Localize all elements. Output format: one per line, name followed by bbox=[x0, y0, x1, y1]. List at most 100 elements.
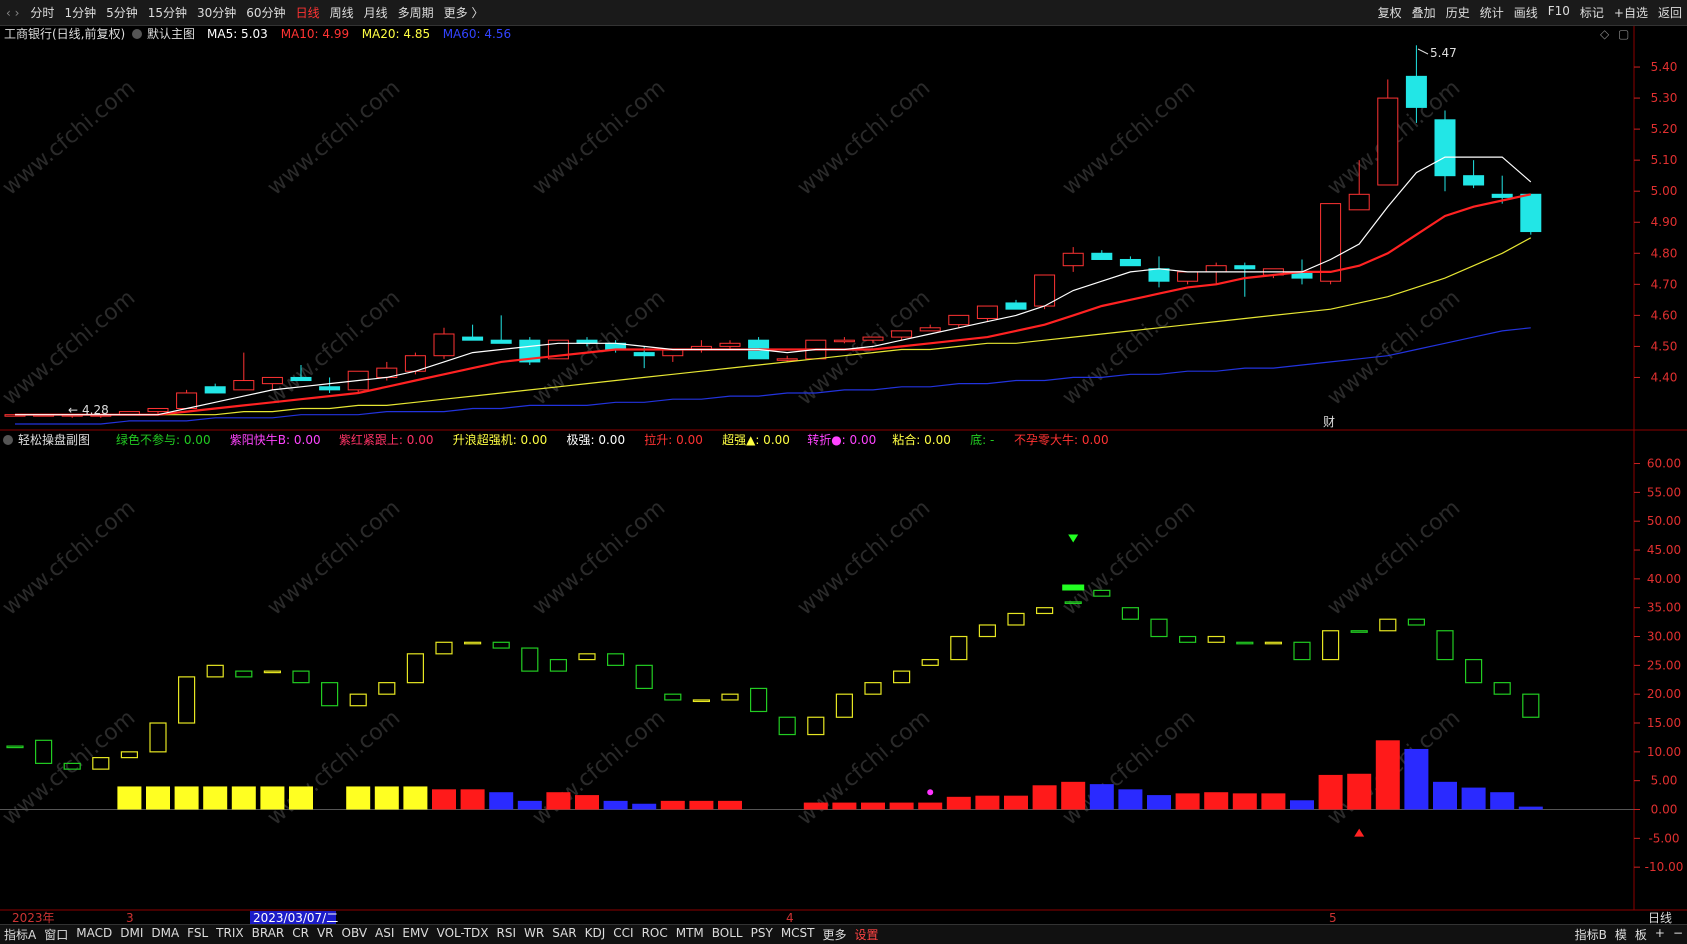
indicator-tab[interactable]: BRAR bbox=[248, 926, 289, 943]
indicator-tab[interactable]: EMV bbox=[398, 926, 432, 943]
indicator-tab[interactable]: 更多 bbox=[819, 926, 851, 943]
indicator-tab[interactable]: ASI bbox=[371, 926, 398, 943]
date-label-year: 2023年 bbox=[12, 911, 55, 924]
value-tick-label: 45.00 bbox=[1647, 543, 1681, 557]
period-tab[interactable]: 1分钟 bbox=[59, 4, 101, 21]
indicator-boxes bbox=[6, 589, 1540, 770]
candle-body bbox=[147, 407, 169, 413]
indicator-tab[interactable]: SAR bbox=[548, 926, 580, 943]
indicator-tab[interactable]: MTM bbox=[672, 926, 708, 943]
tool-button[interactable]: 标记 bbox=[1575, 4, 1609, 21]
watermark-text: www.cfchi.com bbox=[0, 285, 140, 410]
indicator-box bbox=[464, 641, 482, 645]
indicator-tab[interactable]: 模 bbox=[1611, 926, 1631, 943]
indicator-tab[interactable]: MACD bbox=[72, 926, 116, 943]
value-tick-label: 0.00 bbox=[1651, 803, 1678, 817]
indicator-tab[interactable]: DMA bbox=[147, 926, 183, 943]
high-label: 5.47 bbox=[1430, 46, 1457, 60]
histogram-bar bbox=[1147, 795, 1171, 810]
signal-label: 升浪超强机: 0.00 bbox=[453, 432, 548, 447]
ma-label: MA10: 4.99 bbox=[281, 27, 349, 41]
histogram-bar bbox=[374, 786, 399, 810]
period-tab[interactable]: 月线 bbox=[359, 4, 393, 21]
signal-legend: 绿色不参与: 0.00 紫阳快牛B: 0.00 紫红紧跟上: 0.00 升浪超强机: … bbox=[116, 432, 1109, 447]
tool-button[interactable]: 叠加 bbox=[1407, 4, 1441, 21]
indicator-tab[interactable]: VOL-TDX bbox=[433, 926, 493, 943]
histogram-bar bbox=[889, 802, 914, 810]
indicator-tab[interactable]: 指标A bbox=[0, 926, 40, 943]
indicator-tab[interactable]: 板 bbox=[1631, 926, 1651, 943]
candle-body bbox=[176, 392, 198, 409]
indicator-tab[interactable]: MCST bbox=[777, 926, 819, 943]
indicator-tab[interactable]: RSI bbox=[493, 926, 521, 943]
candle-body bbox=[1005, 302, 1027, 310]
candle-body bbox=[462, 336, 484, 341]
indicator-tab[interactable]: PSY bbox=[747, 926, 777, 943]
settings-icon[interactable] bbox=[132, 29, 142, 39]
finance-marker[interactable]: 财 bbox=[1323, 415, 1335, 429]
tool-button[interactable]: 统计 bbox=[1475, 4, 1509, 21]
indicator-tab[interactable]: CR bbox=[288, 926, 313, 943]
histogram-bar bbox=[117, 786, 142, 810]
indicator-box bbox=[6, 745, 24, 749]
indicator-box bbox=[578, 653, 596, 661]
indicator-tab[interactable]: CCI bbox=[609, 926, 637, 943]
indicator-tab[interactable]: KDJ bbox=[581, 926, 610, 943]
candle-body bbox=[719, 342, 741, 347]
tool-button[interactable]: 历史 bbox=[1441, 4, 1475, 21]
histogram-bar bbox=[1232, 793, 1257, 810]
indicator-box bbox=[349, 693, 367, 707]
indicator-tab[interactable]: 窗口 bbox=[40, 926, 72, 943]
signal-label: 绿色不参与: 0.00 bbox=[116, 432, 211, 447]
indicator-box bbox=[178, 676, 196, 724]
tool-button[interactable]: 复权 bbox=[1373, 4, 1407, 21]
tool-button[interactable]: 返回 bbox=[1653, 4, 1687, 21]
indicator-tab[interactable]: ROC bbox=[638, 926, 672, 943]
nav-arrows-icon[interactable]: ‹ › bbox=[0, 6, 25, 20]
period-tab[interactable]: 30分钟 bbox=[192, 4, 241, 21]
histogram-bar bbox=[1261, 793, 1286, 810]
period-tab[interactable]: 更多 〉 bbox=[439, 4, 489, 21]
indicator-tab[interactable]: DMI bbox=[116, 926, 147, 943]
period-tab[interactable]: 分时 bbox=[25, 4, 59, 21]
indicator-box bbox=[1236, 641, 1254, 645]
period-tab[interactable]: 日线 bbox=[291, 4, 325, 21]
indicator-box bbox=[378, 682, 396, 695]
indicator-tab[interactable]: BOLL bbox=[708, 926, 747, 943]
indicator-tab[interactable]: WR bbox=[520, 926, 548, 943]
indicator-tab[interactable]: VR bbox=[313, 926, 338, 943]
value-tick-label: 20.00 bbox=[1647, 687, 1681, 701]
tool-button[interactable]: F10 bbox=[1543, 4, 1575, 21]
indicator-box bbox=[263, 670, 281, 674]
watermark-text: www.cfchi.com bbox=[528, 495, 670, 620]
sub-settings-icon[interactable] bbox=[3, 435, 13, 445]
candle-body bbox=[1119, 258, 1141, 267]
period-tab[interactable]: 多周期 bbox=[393, 4, 439, 21]
histogram-bar bbox=[146, 786, 170, 810]
indicator-tab[interactable]: FSL bbox=[183, 926, 212, 943]
tool-button[interactable]: +自选 bbox=[1609, 4, 1653, 21]
histogram-bar bbox=[546, 792, 571, 810]
indicator-tab[interactable]: TRIX bbox=[212, 926, 247, 943]
indicator-tab[interactable]: − bbox=[1669, 926, 1687, 943]
main-panel-header: 工商银行(日线,前复权) 默认主图 MA5: 5.03 MA10: 4.99 MA2… bbox=[4, 26, 511, 41]
indicator-tab[interactable]: 指标B bbox=[1571, 926, 1611, 943]
kline-chart[interactable]: www.cfchi.com www.cfchi.com www.cfchi.com w… bbox=[0, 26, 1687, 924]
value-tick-label: -5.00 bbox=[1648, 831, 1679, 845]
indicator-tab[interactable]: OBV bbox=[338, 926, 372, 943]
indicator-box bbox=[1293, 641, 1311, 661]
expand-icon[interactable]: ◇ bbox=[1600, 27, 1610, 41]
chart-name: 默认主图 bbox=[147, 26, 195, 41]
maximize-icon[interactable]: ▢ bbox=[1618, 27, 1629, 41]
period-tab[interactable]: 60分钟 bbox=[241, 4, 290, 21]
ma-label: MA5: 5.03 bbox=[207, 27, 268, 41]
period-tab[interactable]: 周线 bbox=[325, 4, 359, 21]
period-tab[interactable]: 15分钟 bbox=[143, 4, 192, 21]
indicator-tab[interactable]: + bbox=[1651, 926, 1669, 943]
histogram-bar bbox=[1118, 789, 1143, 810]
indicator-tab[interactable]: 设置 bbox=[851, 926, 883, 943]
panel-corner-icons: ◇ ▢ bbox=[1600, 27, 1629, 41]
low-label: 4.28 bbox=[82, 403, 109, 417]
tool-button[interactable]: 画线 bbox=[1509, 4, 1543, 21]
period-tab[interactable]: 5分钟 bbox=[101, 4, 143, 21]
